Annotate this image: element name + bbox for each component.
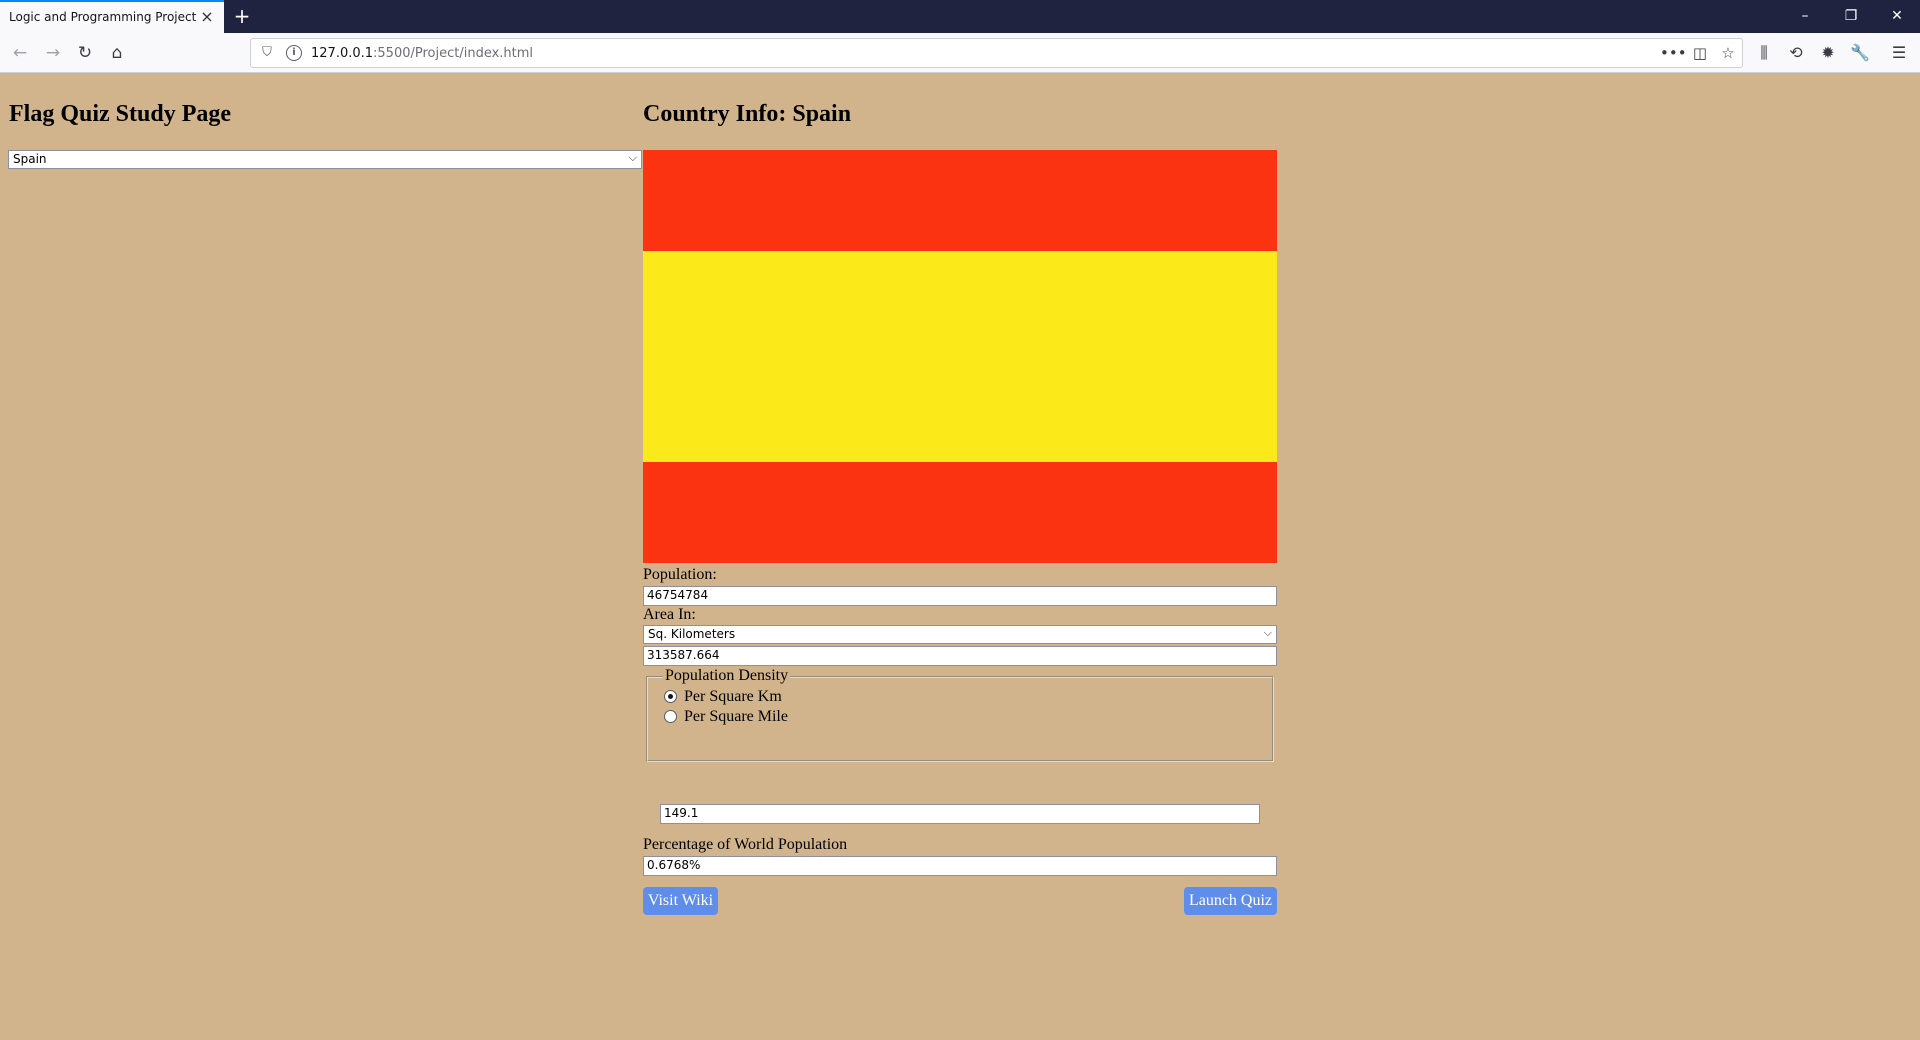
area-label: Area In:: [643, 606, 696, 623]
tab-close-icon[interactable]: ×: [198, 8, 216, 26]
wrench-icon[interactable]: 🔧: [1846, 39, 1874, 67]
flag-stripe-bottom: [643, 462, 1277, 563]
radio-mile[interactable]: [664, 710, 677, 723]
menu-icon[interactable]: ☰: [1885, 39, 1913, 67]
url-host: 127.0.0.1: [311, 46, 374, 61]
url-bar[interactable]: ⛉ i 127.0.0.1:5500/Project/index.html ••…: [250, 38, 1743, 68]
reload-icon[interactable]: ↻: [71, 39, 99, 67]
area-unit-select[interactable]: Sq. Kilometers ⌵: [643, 625, 1277, 644]
url-text[interactable]: 127.0.0.1:5500/Project/index.html: [311, 46, 533, 61]
tracking-shield-icon[interactable]: ⛉: [259, 45, 275, 61]
back-icon[interactable]: ←: [6, 39, 34, 67]
population-density-group: Population Density Per Square Km Per Squ…: [646, 667, 1274, 762]
area-unit-value: Sq. Kilometers: [648, 627, 736, 641]
browser-navbar: ← → ↻ ⌂ ⛉ i 127.0.0.1:5500/Project/index…: [0, 33, 1920, 73]
population-density-legend: Population Density: [663, 667, 791, 685]
chevron-down-icon: ⌵: [1263, 626, 1272, 639]
density-field[interactable]: 149.1: [660, 804, 1260, 824]
launch-quiz-button[interactable]: Launch Quiz: [1184, 887, 1277, 915]
close-window-icon[interactable]: ✕: [1874, 0, 1920, 33]
flag-stripe-middle: [643, 251, 1277, 462]
world-percentage-field[interactable]: 0.6768%: [643, 856, 1277, 876]
chevron-down-icon: ⌵: [628, 151, 637, 164]
population-field[interactable]: 46754784: [643, 586, 1277, 606]
site-info-icon[interactable]: i: [286, 45, 302, 61]
url-path: :5500/Project/index.html: [373, 46, 534, 61]
browser-titlebar: Logic and Programming Project × + – ❐ ✕: [0, 0, 1920, 33]
country-select[interactable]: Spain ⌵: [8, 150, 642, 169]
area-field[interactable]: 313587.664: [643, 646, 1277, 666]
population-label: Population:: [643, 566, 717, 583]
page-actions-icon[interactable]: •••: [1660, 42, 1687, 64]
pocket-icon[interactable]: ◫: [1688, 42, 1712, 64]
radio-mile-label: Per Square Mile: [684, 708, 788, 725]
world-percentage-label: Percentage of World Population: [643, 836, 848, 853]
bookmark-star-icon[interactable]: ☆: [1716, 42, 1740, 64]
visit-wiki-button[interactable]: Visit Wiki: [643, 887, 718, 915]
library-icon[interactable]: ⫼: [1750, 39, 1778, 67]
forward-icon[interactable]: →: [39, 39, 67, 67]
extension-gear-icon[interactable]: ✹: [1814, 39, 1842, 67]
radio-km-label: Per Square Km: [684, 688, 782, 705]
home-icon[interactable]: ⌂: [103, 39, 131, 67]
new-tab-icon[interactable]: +: [230, 4, 254, 28]
page-content: Flag Quiz Study Page Spain ⌵ Country Inf…: [0, 74, 1920, 1040]
page-title: Flag Quiz Study Page: [9, 101, 232, 127]
browser-tab[interactable]: Logic and Programming Project ×: [0, 0, 224, 33]
restore-icon[interactable]: ❐: [1828, 0, 1874, 33]
radio-km[interactable]: [664, 690, 677, 703]
tab-title: Logic and Programming Project: [9, 10, 197, 24]
flag-stripe-top: [643, 150, 1277, 251]
country-select-value: Spain: [13, 152, 47, 166]
minimize-icon[interactable]: –: [1782, 0, 1828, 33]
country-info-title: Country Info: Spain: [643, 101, 852, 127]
country-flag-image: [643, 150, 1277, 563]
history-icon[interactable]: ⟲: [1782, 39, 1810, 67]
